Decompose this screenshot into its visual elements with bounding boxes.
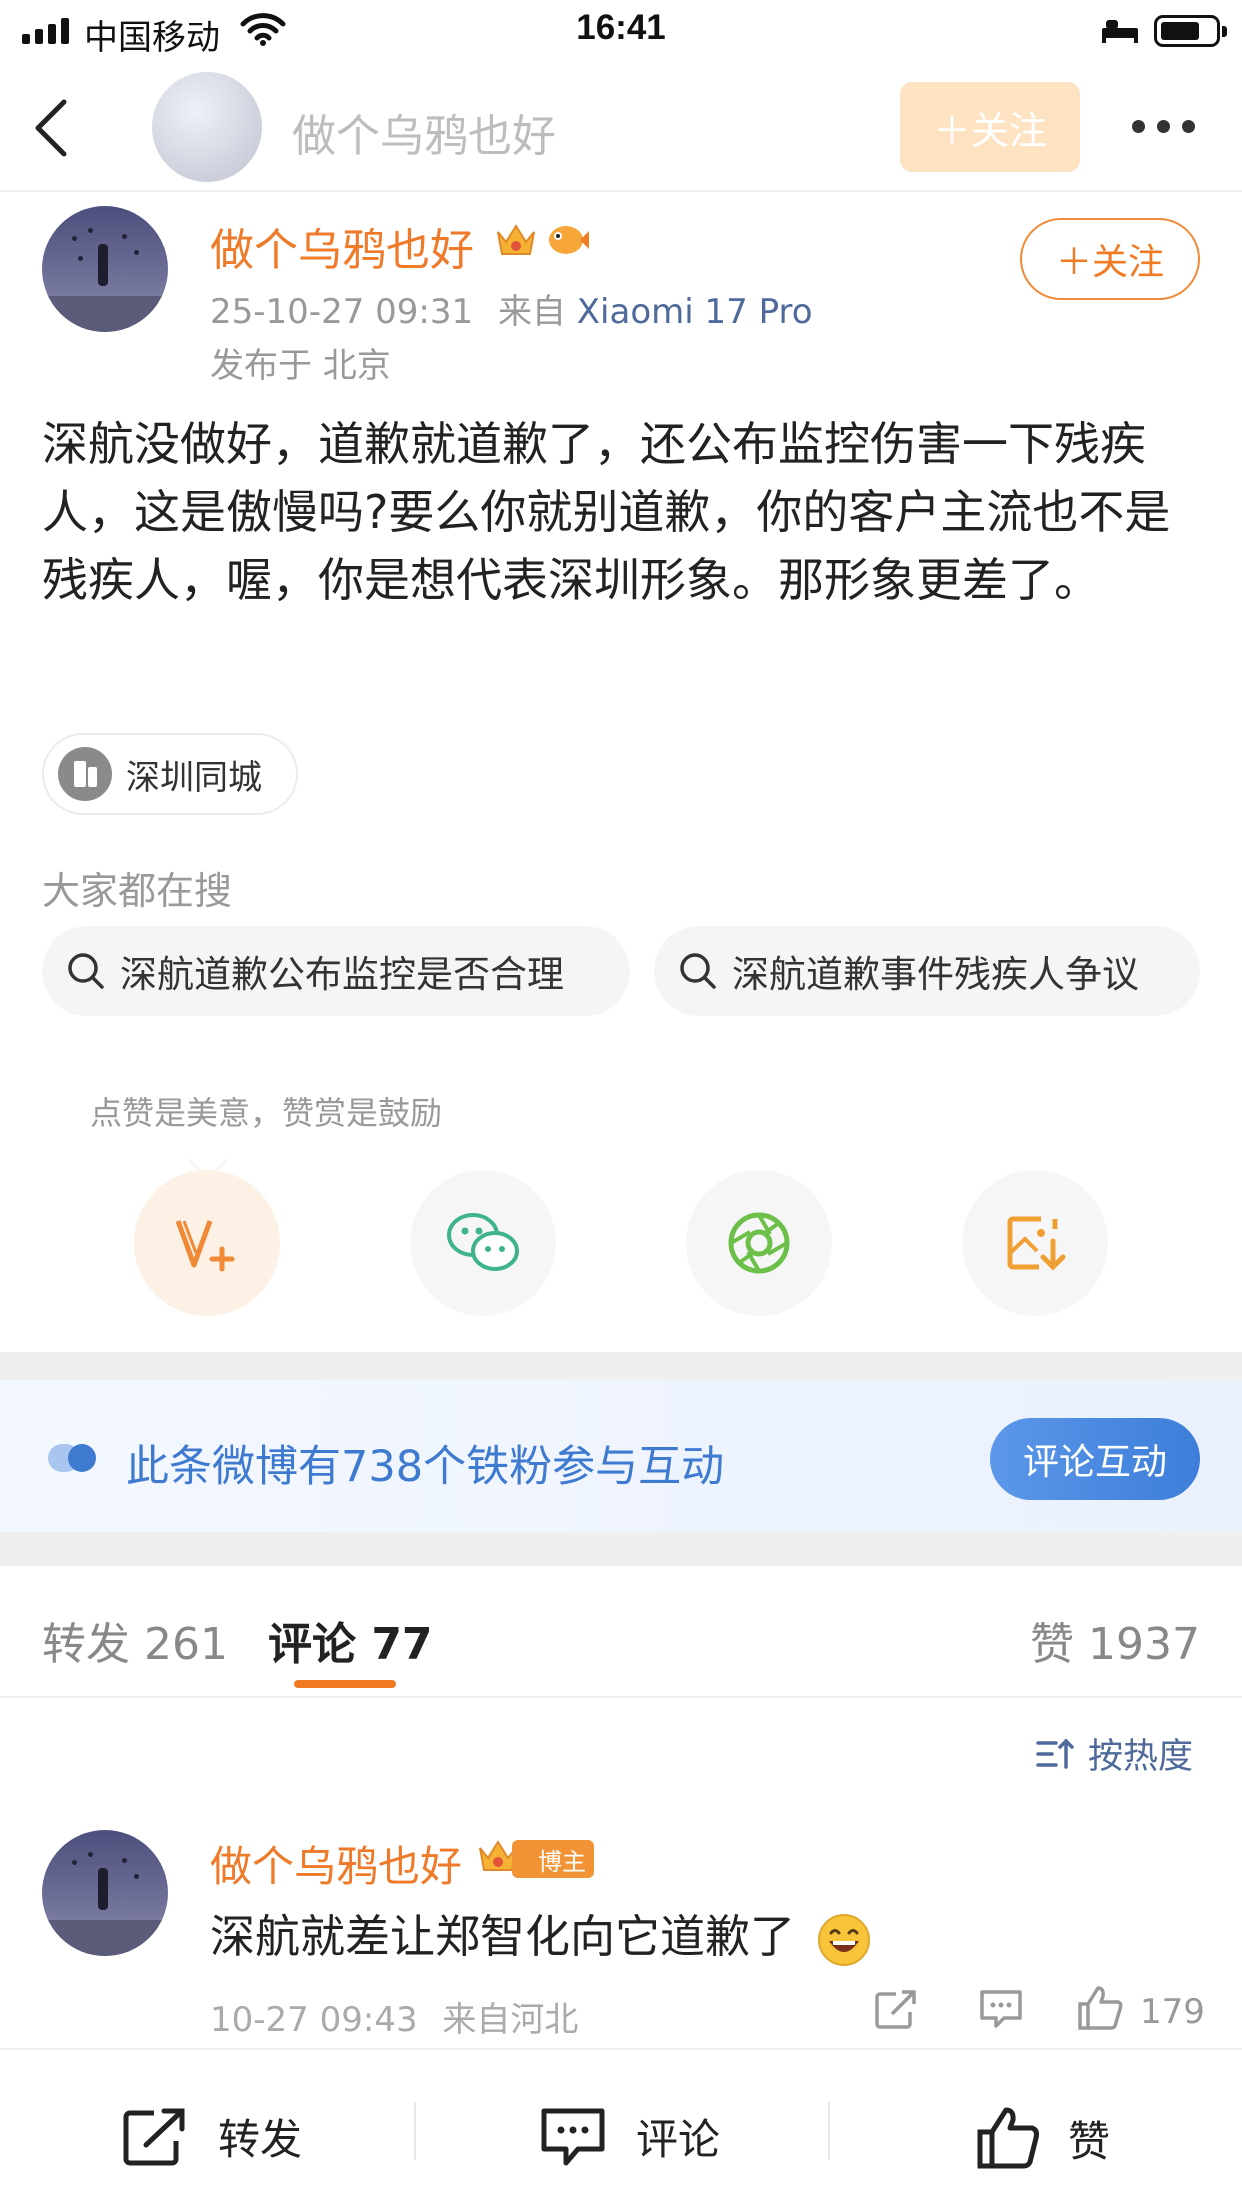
building-icon [58,747,112,801]
moments-icon [728,1212,790,1274]
topic-chip[interactable]: 深圳同城 [42,733,298,815]
back-arrow-icon[interactable] [30,98,70,158]
save-image-icon [1007,1216,1066,1271]
fish-badge-icon [549,226,589,254]
tab-like[interactable]: 赞 1937 [1030,1608,1200,1672]
comment-like-count: 179 [1140,1992,1205,2032]
battery-icon [1154,15,1227,47]
clock: 16:41 [576,8,666,47]
search-suggestion-label: 深航道歉事件残疾人争议 [732,953,1139,996]
bottom-action-bar: 转发 评论 赞 [0,2048,1242,2208]
reward-hint: 点赞是美意，赞赏是鼓励 [90,1094,443,1132]
laughing-emoji-icon [818,1914,871,1966]
search-icon [68,953,104,989]
reward-button[interactable] [134,1170,280,1316]
interaction-tabs: 转发 261 评论 77 赞 1937 [0,1566,1242,1698]
section-divider [0,1532,1242,1566]
comment-label: 评论 [636,2115,721,2164]
share-moments-button[interactable] [686,1170,832,1316]
share-wechat-button[interactable] [410,1170,556,1316]
tab-comment[interactable]: 评论 77 [268,1608,433,1672]
repost-button[interactable]: 转发 [122,2106,302,2167]
bottom-bar-separator [828,2102,830,2160]
sort-button[interactable]: 按热度 [1036,1728,1193,1779]
reward-v-icon [175,1220,235,1272]
bottom-bar-separator [414,2102,416,2160]
comment-time: 10-27 09:43 [210,2000,418,2040]
comment-icon [541,2108,605,2165]
like-icon [977,2107,1039,2169]
post-body: 深航没做好，道歉就道歉了，还公布监控伤害一下残疾人，这是傲慢吗?要么你就别道歉，… [42,417,1171,607]
comment-text: 深航就差让郑智化向它道歉了 [210,1900,871,1967]
sort-label: 按热度 [1088,1737,1194,1777]
post-device[interactable]: Xiaomi 17 Pro [577,292,813,332]
author-avatar[interactable] [42,206,168,332]
comment-button[interactable]: 评论 [540,2106,720,2167]
save-image-button[interactable] [962,1170,1108,1316]
search-suggestion-label: 深航道歉公布监控是否合理 [120,953,564,996]
like-button[interactable]: 赞 [976,2106,1110,2170]
sort-icon [1036,1738,1074,1769]
comment-source: 来自河北 [442,2000,579,2040]
post-source-prefix: 来自 [497,292,566,332]
search-suggestion[interactable]: 深航道歉事件残疾人争议 [654,926,1200,1016]
comment-avatar[interactable] [42,1830,168,1956]
top-navigation: 做个乌鸦也好 ＋关注 [0,62,1242,192]
search-icon [680,953,716,989]
status-bar: 中国移动 16:41 [0,0,1242,62]
tab-active-indicator [294,1680,396,1688]
comment-repost-icon[interactable] [874,1988,920,2030]
vip-crown-icon [497,224,535,255]
fan-banner-text: 此条微博有738个铁粉参与互动 [126,1442,725,1492]
search-suggestion[interactable]: 深航道歉公布监控是否合理 [42,926,630,1016]
sleep-mode-icon [1102,20,1138,43]
topic-label: 深圳同城 [126,757,262,798]
author-name[interactable]: 做个乌鸦也好 [210,214,474,278]
section-divider [0,1352,1242,1380]
comment-like-icon[interactable] [1076,1984,1124,2032]
more-options-icon[interactable] [1132,120,1195,133]
post-location: 发布于 北京 [210,346,391,386]
post-time: 25-10-27 09:31 [210,292,474,332]
repost-icon [123,2108,185,2165]
post-meta: 25-10-27 09:31 来自 Xiaomi 17 Pro [210,284,813,333]
like-label: 赞 [1068,2116,1111,2166]
nav-follow-button[interactable]: ＋关注 [900,82,1080,172]
comment-text-body: 深航就差让郑智化向它道歉了 [210,1910,796,1963]
nav-avatar[interactable] [152,72,262,182]
toggle-dots-icon [48,1444,96,1472]
comment-reply-icon[interactable] [978,1988,1024,2030]
wechat-icon [447,1213,519,1271]
comment-meta: 10-27 09:43 来自河北 [210,1992,578,2041]
nav-title: 做个乌鸦也好 [292,111,556,162]
tab-repost[interactable]: 转发 261 [42,1608,228,1672]
host-badge: 博主 [512,1840,594,1878]
repost-label: 转发 [218,2115,303,2164]
comment-interact-button[interactable]: 评论互动 [990,1418,1200,1500]
comment-author[interactable]: 做个乌鸦也好 [210,1833,462,1894]
search-heading: 大家都在搜 [42,869,233,913]
follow-button[interactable]: ＋关注 [1020,218,1200,300]
